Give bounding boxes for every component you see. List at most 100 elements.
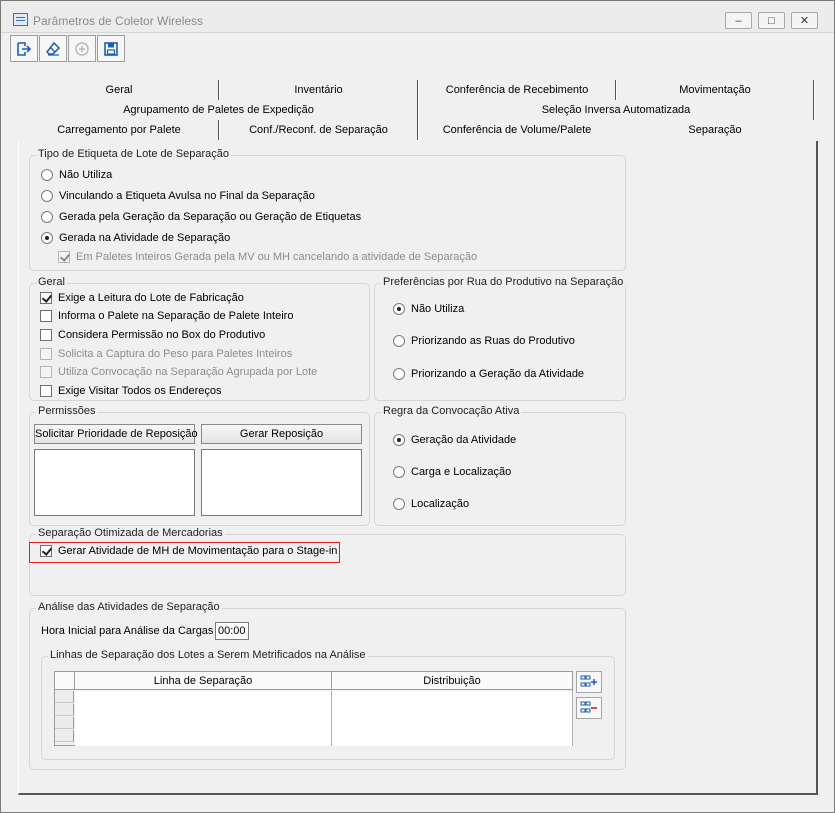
permissoes-list-right[interactable] — [201, 449, 362, 516]
toolbar — [10, 35, 126, 62]
radio-regra-carga[interactable]: Carga e Localização — [393, 466, 511, 478]
save-button[interactable] — [97, 35, 125, 62]
radio-label: Localização — [411, 498, 470, 510]
group-tipo-etiqueta-legend: Tipo de Etiqueta de Lote de Separação — [36, 148, 232, 160]
radio-circle[interactable] — [41, 211, 53, 223]
tab-row-1: Geral Inventário Conferência de Recebime… — [20, 80, 816, 100]
tab-inventario[interactable]: Inventário — [220, 80, 417, 100]
radio-label: Vinculando a Etiqueta Avulsa no Final da… — [59, 190, 315, 202]
grid-col-distribuicao[interactable]: Distribuição — [332, 672, 573, 690]
group-geral-legend: Geral — [36, 276, 67, 288]
radio-circle[interactable] — [393, 303, 405, 315]
check-informa-palete[interactable]: Informa o Palete na Separação de Palete … — [40, 310, 293, 322]
exit-button[interactable] — [10, 35, 38, 62]
checkbox-label: Considera Permissão no Box do Produtivo — [58, 329, 266, 341]
clear-button[interactable] — [39, 35, 67, 62]
tab-row-3: Carregamento por Palete Conf./Reconf. de… — [20, 120, 816, 140]
checkbox-label: Solicita a Captura do Peso para Paletes … — [58, 348, 293, 360]
radio-circle[interactable] — [393, 466, 405, 478]
grid-cell-area-linha[interactable] — [75, 691, 332, 746]
group-linhas-legend: Linhas de Separação dos Lotes a Serem Me… — [48, 649, 368, 661]
radio-pref-nao-utiliza[interactable]: Não Utiliza — [393, 303, 464, 315]
radio-label: Não Utiliza — [411, 303, 465, 315]
radio-label: Geração da Atividade — [411, 434, 517, 446]
grid-cell-area-distribuicao[interactable] — [332, 691, 573, 746]
checkbox[interactable] — [40, 329, 52, 341]
checkbox[interactable] — [58, 251, 70, 263]
hora-inicial-label: Hora Inicial para Análise da Cargas — [41, 625, 214, 637]
group-otimizada-legend: Separação Otimizada de Mercadorias — [36, 527, 225, 539]
checkbox-label: Informa o Palete na Separação de Palete … — [58, 310, 294, 322]
checkbox[interactable] — [40, 545, 52, 557]
check-gerar-atividade-mh[interactable]: Gerar Atividade de MH de Movimentação pa… — [40, 545, 337, 557]
radio-regra-geracao[interactable]: Geração da Atividade — [393, 434, 516, 446]
tab-separacao[interactable]: Separação — [617, 120, 813, 140]
radio-circle[interactable] — [393, 434, 405, 446]
radio-circle[interactable] — [393, 335, 405, 347]
tab-row-2: Agrupamento de Paletes de Expedição Sele… — [20, 100, 816, 120]
check-paletes-inteiros[interactable]: Em Paletes Inteiros Gerada pela MV ou MH… — [58, 251, 477, 263]
check-convocacao-agrupada[interactable]: Utiliza Convocação na Separação Agrupada… — [40, 366, 317, 378]
close-button[interactable]: ✕ — [791, 12, 818, 29]
radio-etiqueta-avulsa[interactable]: Vinculando a Etiqueta Avulsa no Final da… — [41, 190, 315, 202]
radio-label: Gerada pela Geração da Separação ou Gera… — [59, 211, 362, 223]
add-button[interactable] — [68, 35, 96, 62]
checkbox-label: Exige a Leitura do Lote de Fabricação — [58, 292, 244, 304]
radio-pref-ruas[interactable]: Priorizando as Ruas do Produtivo — [393, 335, 575, 347]
permissoes-list-left[interactable] — [34, 449, 195, 516]
maximize-button[interactable]: □ — [758, 12, 785, 29]
tab-conferencia-volume[interactable]: Conferência de Volume/Palete — [419, 120, 615, 140]
tab-carregamento-palete[interactable]: Carregamento por Palete — [20, 120, 218, 140]
checkbox[interactable] — [40, 385, 52, 397]
tab-conferencia-recebimento[interactable]: Conferência de Recebimento — [419, 80, 615, 100]
grid-corner — [55, 672, 75, 690]
check-visitar-enderecos[interactable]: Exige Visitar Todos os Endereços — [40, 385, 221, 397]
checkbox[interactable] — [40, 310, 52, 322]
gerar-reposicao-button[interactable]: Gerar Reposição — [201, 424, 362, 444]
group-regra-legend: Regra da Convocação Ativa — [381, 405, 522, 417]
tab-movimentacao[interactable]: Movimentação — [617, 80, 813, 100]
add-row-icon — [580, 675, 597, 687]
radio-circle[interactable] — [41, 169, 53, 181]
radio-label: Priorizando a Geração da Atividade — [411, 368, 585, 380]
radio-label: Carga e Localização — [411, 466, 512, 478]
add-row-button[interactable] — [576, 671, 602, 693]
title-bar: Parâmetros de Coletor Wireless – □ ✕ — [1, 1, 834, 33]
minimize-button[interactable]: – — [725, 12, 752, 29]
checkbox[interactable] — [40, 348, 52, 360]
check-captura-peso[interactable]: Solicita a Captura do Peso para Paletes … — [40, 348, 292, 360]
radio-circle[interactable] — [41, 232, 53, 244]
tab-conf-reconf-separacao[interactable]: Conf./Reconf. de Separação — [220, 120, 417, 140]
radio-pref-geracao[interactable]: Priorizando a Geração da Atividade — [393, 368, 584, 380]
checkbox-label: Em Paletes Inteiros Gerada pela MV ou MH… — [76, 251, 478, 263]
radio-circle[interactable] — [393, 368, 405, 380]
checkbox-label: Utiliza Convocação na Separação Agrupada… — [58, 366, 318, 378]
grid-row-header — [55, 704, 74, 716]
radio-label: Gerada na Atividade de Separação — [59, 232, 231, 244]
window-title: Parâmetros de Coletor Wireless — [33, 14, 204, 28]
eraser-icon — [46, 41, 61, 56]
grid-col-linha[interactable]: Linha de Separação — [75, 672, 332, 690]
checkbox-label: Gerar Atividade de MH de Movimentação pa… — [58, 545, 338, 557]
grid-row-header — [55, 691, 74, 703]
grid-row-header — [55, 730, 74, 742]
check-considera-permissao[interactable]: Considera Permissão no Box do Produtivo — [40, 329, 265, 341]
hora-inicial-input[interactable]: 00:00 — [215, 622, 249, 640]
remove-row-icon — [580, 701, 597, 713]
radio-circle[interactable] — [393, 498, 405, 510]
radio-etiqueta-geracao[interactable]: Gerada pela Geração da Separação ou Gera… — [41, 211, 361, 223]
radio-regra-localizacao[interactable]: Localização — [393, 498, 469, 510]
tab-geral[interactable]: Geral — [20, 80, 218, 100]
save-icon — [104, 41, 118, 56]
solicitar-prioridade-button[interactable]: Solicitar Prioridade de Reposição — [34, 424, 198, 444]
linhas-grid[interactable]: Linha de Separação Distribuição — [54, 671, 573, 746]
radio-etiqueta-nao-utiliza[interactable]: Não Utiliza — [41, 169, 112, 181]
check-exige-lote[interactable]: Exige a Leitura do Lote de Fabricação — [40, 292, 244, 304]
radio-etiqueta-atividade[interactable]: Gerada na Atividade de Separação — [41, 232, 230, 244]
tab-selecao-inversa[interactable]: Seleção Inversa Automatizada — [419, 100, 813, 120]
radio-circle[interactable] — [41, 190, 53, 202]
tab-agrupamento-paletes[interactable]: Agrupamento de Paletes de Expedição — [20, 100, 417, 120]
remove-row-button[interactable] — [576, 697, 602, 719]
checkbox[interactable] — [40, 366, 52, 378]
checkbox[interactable] — [40, 292, 52, 304]
